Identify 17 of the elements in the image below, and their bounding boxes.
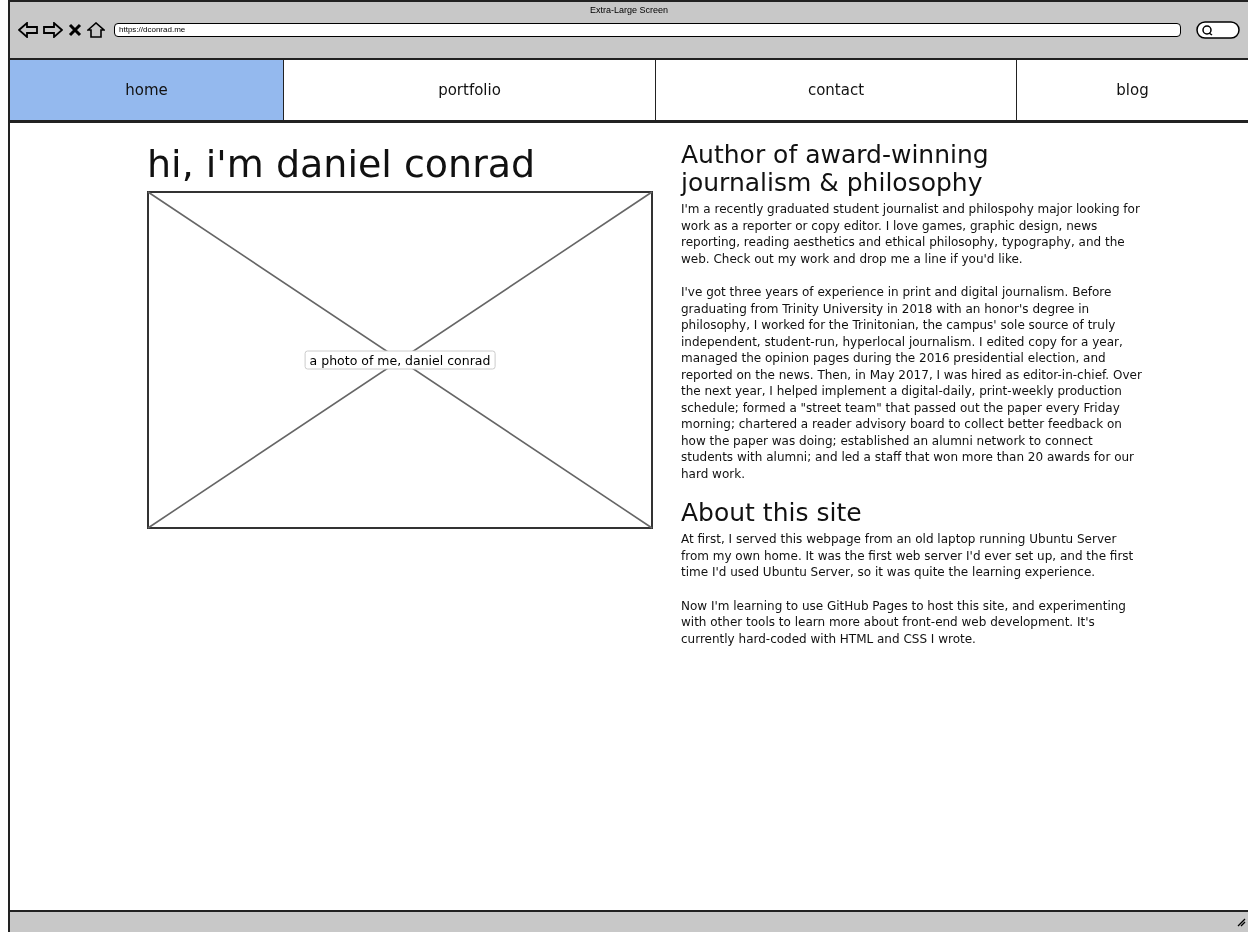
paragraph: I've got three years of experience in print and digital journalism. Before graduating from Trinity University in 2018 with an honor's degree in philosophy, I worked for the Trinitonian, the campus' sole source of truly independent, student-run, hyperlocal journalism. I edited copy for a year, managed the opinion pages during the 2016 presidential election, and reported on the news. Then, in May 2017, I was hired as editor-in-chief. Over the next year, I helped implement a digital-daily, print-weekly production schedule; formed a "street team" that passed out the paper every Friday morning; chartered a reader advisory board to collect better feedback on how the paper was doing; established an alumni network to connect students with alumni; and led a staff that won more than 20 awards for our hard work.	[681, 284, 1143, 482]
address-field[interactable]: https://dconrad.me	[114, 23, 1181, 37]
paragraph: At first, I served this webpage from an old laptop running Ubuntu Server from my own home. It was the first web server I'd ever set up, and the first time I'd used Ubuntu Server, so it was quite the learning experience.	[681, 531, 1135, 581]
back-icon[interactable]	[18, 22, 38, 38]
image-caption: a photo of me, daniel conrad	[304, 350, 496, 370]
home-icon[interactable]	[87, 22, 105, 38]
forward-icon[interactable]	[43, 22, 63, 38]
window-title: Extra-Large Screen	[588, 4, 669, 17]
paragraph: I'm a recently graduated student journalist and philospohy major looking for work as a reporter or copy editor. I love games, graphic design, news reporting, reading aesthetics and ethical philosophy, typography, and the web. Check out my work and drop me a line if you'd like.	[681, 201, 1141, 267]
nav-tab[interactable]: home	[10, 60, 284, 120]
section-heading: About this site	[681, 499, 863, 527]
page-heading: hi, i'm daniel conrad	[147, 141, 536, 187]
search-icon[interactable]	[1196, 21, 1240, 39]
paragraph: Now I'm learning to use GitHub Pages to host this site, and experimenting with other tools to learn more about front-end web development. It's currently hard-coded with HTML and CSS I wrote.	[681, 597, 1127, 647]
close-icon[interactable]	[68, 23, 82, 37]
section-heading: Author of award-winning journalism & philosophy	[681, 141, 990, 197]
resize-grip-icon[interactable]	[1236, 917, 1246, 927]
